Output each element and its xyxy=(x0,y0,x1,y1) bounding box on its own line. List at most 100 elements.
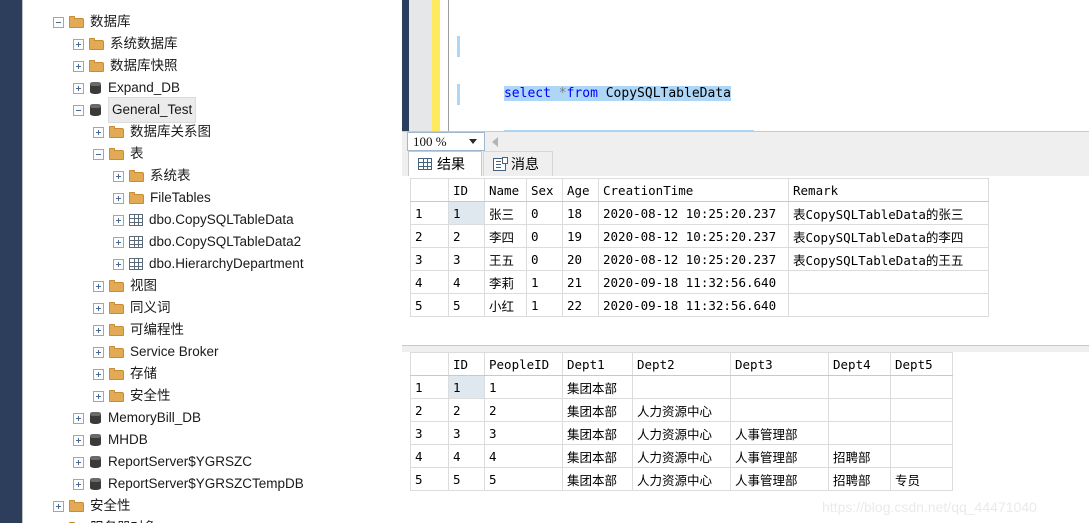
zoom-level-dropdown[interactable]: 100 % xyxy=(407,132,485,151)
table-cell[interactable] xyxy=(632,375,731,399)
expand-icon[interactable] xyxy=(93,390,104,402)
table-cell[interactable] xyxy=(730,375,829,399)
tree-node-MemoryBill_DB[interactable]: MemoryBill_DB xyxy=(73,407,201,429)
collapse-icon[interactable] xyxy=(93,148,104,160)
table-row[interactable]: 5 5 小红 1 22 2020-09-18 11:32:56.640 xyxy=(410,293,989,317)
column-header-Dept1[interactable]: Dept1 xyxy=(562,352,633,376)
table-cell[interactable]: 3 xyxy=(448,247,485,271)
column-header-PeopleID[interactable]: PeopleID xyxy=(484,352,563,376)
table-cell[interactable]: 20 xyxy=(562,247,599,271)
table-cell[interactable]: 招聘部 xyxy=(828,467,891,491)
row-header[interactable]: 5 xyxy=(410,293,449,317)
row-header[interactable]: 1 xyxy=(410,201,449,225)
expand-icon[interactable] xyxy=(113,214,124,226)
scroll-left-arrow-icon[interactable] xyxy=(492,137,498,147)
table-row[interactable]: 3 3 王五 0 20 2020-08-12 10:25:20.237 表CopySQLTa… xyxy=(410,247,989,271)
table-row[interactable]: 3 3 3 集团本部 人力资源中心 人事管理部 xyxy=(410,421,953,445)
tab-results[interactable]: 结果 xyxy=(408,151,482,176)
table-cell[interactable]: 19 xyxy=(562,224,599,248)
row-header[interactable]: 4 xyxy=(410,270,449,294)
table-cell[interactable] xyxy=(788,293,989,317)
table-cell[interactable]: 李四 xyxy=(484,224,527,248)
row-header[interactable]: 3 xyxy=(410,247,449,271)
table-cell[interactable]: 集团本部 xyxy=(562,444,633,468)
table-cell[interactable]: 2 xyxy=(448,398,485,422)
table-cell[interactable]: 表CopySQLTableData的李四 xyxy=(788,224,989,248)
row-header[interactable]: 5 xyxy=(410,467,449,491)
table-cell[interactable] xyxy=(828,398,891,422)
table-cell[interactable]: 2020-08-12 10:25:20.237 xyxy=(598,224,789,248)
expand-icon[interactable] xyxy=(93,126,104,138)
table-cell[interactable] xyxy=(890,375,953,399)
table-row[interactable]: 2 2 2 集团本部 人力资源中心 xyxy=(410,398,953,422)
table-cell[interactable]: 表CopySQLTableData的王五 xyxy=(788,247,989,271)
row-header[interactable]: 1 xyxy=(410,375,449,399)
editor-indicator-margin[interactable] xyxy=(409,0,432,131)
table-cell[interactable]: 2 xyxy=(448,224,485,248)
expand-icon[interactable] xyxy=(93,324,104,336)
expand-icon[interactable] xyxy=(113,170,124,182)
expand-icon[interactable] xyxy=(73,38,84,50)
expand-icon[interactable] xyxy=(73,434,84,446)
row-header[interactable]: 2 xyxy=(410,224,449,248)
table-cell[interactable]: 人力资源中心 xyxy=(632,444,731,468)
expand-icon[interactable] xyxy=(93,302,104,314)
expand-icon[interactable] xyxy=(113,258,124,270)
tree-node-数据库关系图[interactable]: 数据库关系图 xyxy=(93,121,211,143)
tree-node-可编程性[interactable]: 可编程性 xyxy=(93,319,184,341)
table-cell[interactable]: 5 xyxy=(448,293,485,317)
select-all-corner[interactable] xyxy=(410,352,449,376)
table-row[interactable]: 1 1 1 集团本部 xyxy=(410,375,953,399)
table-cell[interactable]: 人事管理部 xyxy=(730,467,829,491)
expand-icon[interactable] xyxy=(73,82,84,94)
table-cell[interactable]: 3 xyxy=(448,421,485,445)
table-cell[interactable]: 2020-09-18 11:32:56.640 xyxy=(598,270,789,294)
column-header-Dept2[interactable]: Dept2 xyxy=(632,352,731,376)
tree-node-ReportServer$YGRSZCTempDB[interactable]: ReportServer$YGRSZCTempDB xyxy=(73,473,304,495)
column-header-Age[interactable]: Age xyxy=(562,178,599,202)
table-cell[interactable]: 集团本部 xyxy=(562,421,633,445)
table-cell[interactable]: 5 xyxy=(484,467,563,491)
table-cell[interactable]: 专员 xyxy=(890,467,953,491)
table-cell[interactable]: 1 xyxy=(484,375,563,399)
tree-node-Service Broker[interactable]: Service Broker xyxy=(93,341,219,363)
table-cell[interactable]: 张三 xyxy=(484,201,527,225)
collapse-icon[interactable] xyxy=(53,16,64,28)
expand-icon[interactable] xyxy=(93,280,104,292)
table-row[interactable]: 1 1 张三 0 18 2020-08-12 10:25:20.237 表CopySQLTa… xyxy=(410,201,989,225)
row-header[interactable]: 3 xyxy=(410,421,449,445)
tree-node-服务器对象[interactable]: 服务器对象 xyxy=(53,517,158,523)
tree-node-表[interactable]: 表 xyxy=(93,143,144,165)
table-cell[interactable]: 3 xyxy=(484,421,563,445)
active-cell[interactable]: 1 xyxy=(448,201,485,225)
tree-node-ReportServer$YGRSZC[interactable]: ReportServer$YGRSZC xyxy=(73,451,252,473)
expand-icon[interactable] xyxy=(113,192,124,204)
expand-icon[interactable] xyxy=(73,478,84,490)
table-cell[interactable]: 集团本部 xyxy=(562,398,633,422)
tree-node-数据库[interactable]: 数据库 xyxy=(53,11,131,33)
table-cell[interactable]: 4 xyxy=(448,444,485,468)
expand-icon[interactable] xyxy=(73,456,84,468)
tree-node-dbo.CopySQLTableData[interactable]: dbo.CopySQLTableData xyxy=(113,209,294,231)
column-header-ID[interactable]: ID xyxy=(448,352,485,376)
tree-node-安全性[interactable]: 安全性 xyxy=(93,385,171,407)
table-cell[interactable]: 2020-08-12 10:25:20.237 xyxy=(598,247,789,271)
table-row[interactable]: 5 5 5 集团本部 人力资源中心 人事管理部 招聘部 专员 xyxy=(410,467,953,491)
table-cell[interactable] xyxy=(730,398,829,422)
column-header-Dept3[interactable]: Dept3 xyxy=(730,352,829,376)
table-cell[interactable]: 0 xyxy=(526,224,563,248)
table-row[interactable]: 4 4 李莉 1 21 2020-09-18 11:32:56.640 xyxy=(410,270,989,294)
select-all-corner[interactable] xyxy=(410,178,449,202)
table-cell[interactable]: 0 xyxy=(526,247,563,271)
tree-node-General_Test[interactable]: General_Test xyxy=(73,97,197,123)
table-cell[interactable]: 人力资源中心 xyxy=(632,398,731,422)
table-cell[interactable] xyxy=(828,421,891,445)
table-cell[interactable]: 21 xyxy=(562,270,599,294)
tree-node-存储[interactable]: 存储 xyxy=(93,363,157,385)
results-grid-2[interactable]: ID PeopleID Dept1 Dept2 Dept3 Dept4 Dept5 1 1 1 集团… xyxy=(410,352,953,491)
collapse-icon[interactable] xyxy=(73,104,84,116)
object-explorer-tree[interactable]: 数据库 系统数据库 数据库快照 Expand_DB General_Test 数据库关系图… xyxy=(23,0,402,523)
expand-icon[interactable] xyxy=(53,500,64,512)
table-cell[interactable]: 小红 xyxy=(484,293,527,317)
table-cell[interactable]: 2 xyxy=(484,398,563,422)
